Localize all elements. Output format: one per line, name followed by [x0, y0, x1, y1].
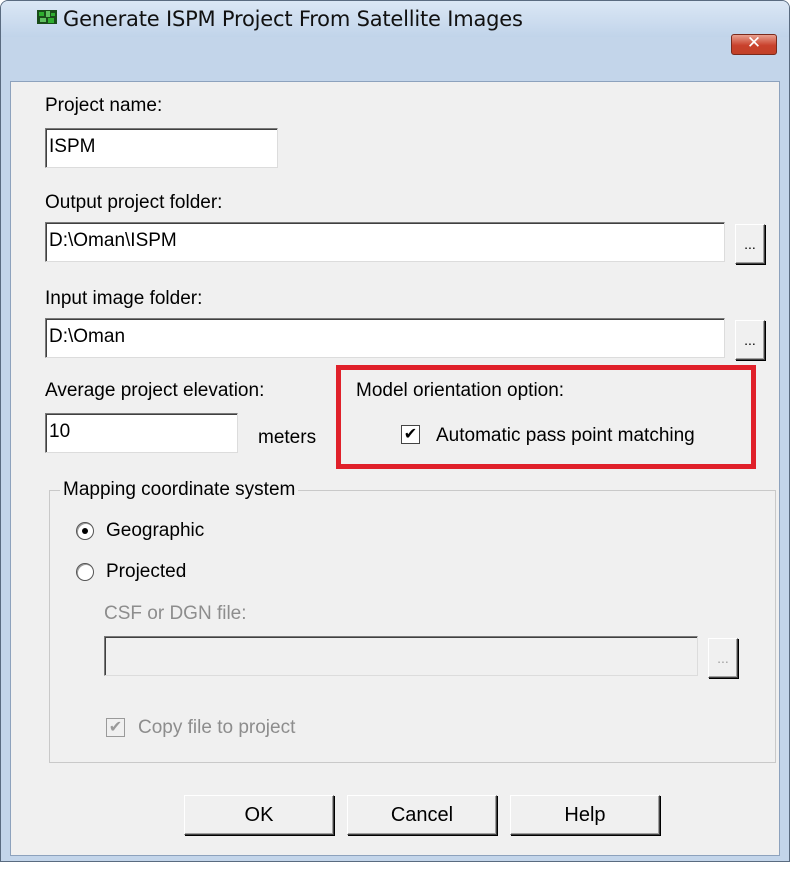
csf-file-browse-button[interactable]: ... — [708, 638, 738, 678]
close-button[interactable]: ✕ — [731, 33, 777, 55]
window-title: Generate ISPM Project From Satellite Ima… — [63, 7, 523, 31]
elevation-unit: meters — [258, 427, 317, 448]
geographic-radio[interactable] — [76, 522, 94, 540]
output-folder-browse-button[interactable]: ... — [735, 224, 765, 264]
ispm-app-icon — [37, 10, 57, 24]
radio-selected-dot — [82, 528, 88, 534]
copy-file-label: Copy file to project — [138, 717, 296, 738]
copy-file-checkbox[interactable]: ✔ — [106, 718, 125, 737]
input-folder-input[interactable]: D:\Oman — [45, 318, 725, 358]
checkmark-icon: ✔ — [108, 719, 123, 736]
mapping-group-title: Mapping coordinate system — [60, 479, 299, 501]
elevation-input[interactable]: 10 — [45, 413, 238, 453]
ok-button[interactable]: OK — [184, 795, 334, 835]
help-button[interactable]: Help — [510, 795, 660, 835]
title-bar[interactable]: Generate ISPM Project From Satellite Ima… — [1, 1, 789, 37]
project-name-label: Project name: — [45, 95, 163, 116]
geographic-label: Geographic — [106, 520, 205, 541]
csf-file-label: CSF or DGN file: — [104, 603, 247, 624]
project-name-input[interactable]: ISPM — [45, 128, 278, 168]
highlight-box — [336, 365, 756, 469]
close-icon: ✕ — [746, 33, 762, 53]
projected-label: Projected — [106, 561, 187, 582]
input-folder-browse-button[interactable]: ... — [735, 320, 765, 360]
projected-radio[interactable] — [76, 563, 94, 581]
output-folder-input[interactable]: D:\Oman\ISPM — [45, 222, 725, 262]
output-folder-label: Output project folder: — [45, 192, 223, 213]
elevation-label: Average project elevation: — [45, 380, 265, 401]
csf-file-input[interactable] — [104, 636, 698, 676]
input-folder-label: Input image folder: — [45, 288, 203, 309]
cancel-button[interactable]: Cancel — [347, 795, 497, 835]
